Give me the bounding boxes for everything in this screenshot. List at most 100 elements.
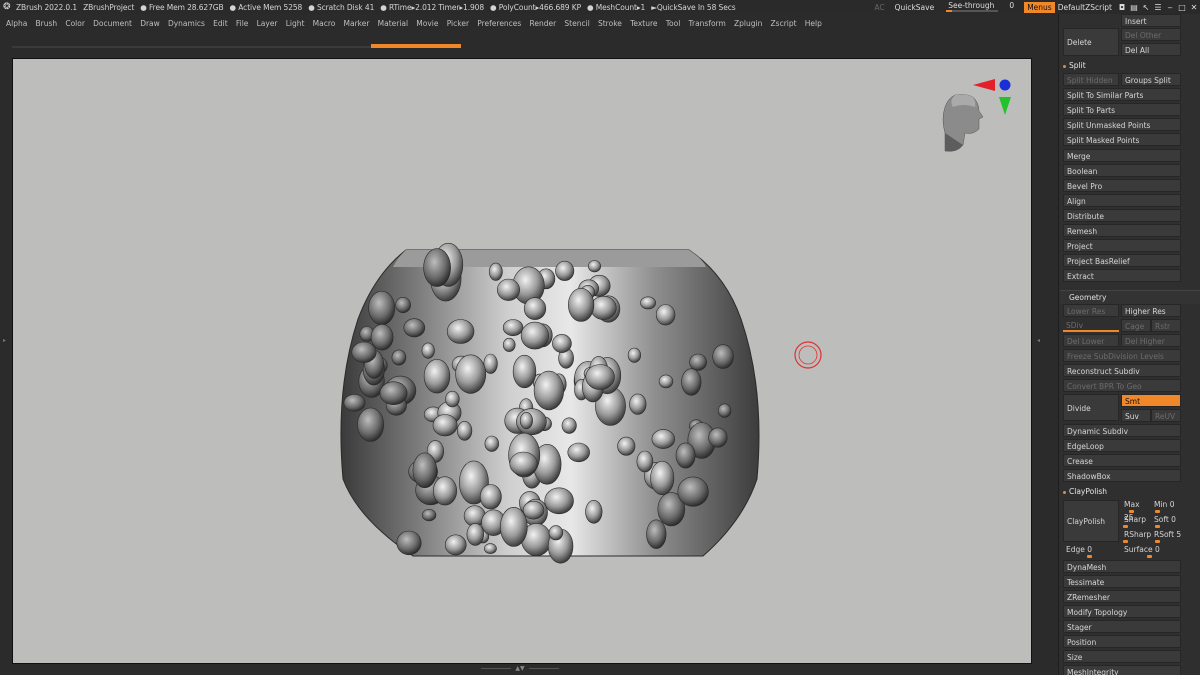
smt-toggle[interactable]: Smt (1121, 394, 1181, 407)
split-hidden-button[interactable]: Split Hidden (1063, 73, 1119, 86)
convert-bpr-button[interactable]: Convert BPR To Geo (1063, 379, 1181, 392)
divide-button[interactable]: Divide (1063, 394, 1119, 421)
insert-button[interactable]: Insert (1121, 14, 1181, 27)
sculpt-blob (520, 321, 550, 350)
sculpt-model[interactable] (340, 242, 760, 564)
claypolish-header[interactable]: ClayPolish (1060, 485, 1180, 498)
menus-button[interactable]: Menus (1024, 1, 1055, 13)
menu-stencil[interactable]: Stencil (564, 19, 589, 28)
bevel-pro-button[interactable]: Bevel Pro (1063, 179, 1181, 192)
split-masked-button[interactable]: Split Masked Points (1063, 133, 1181, 146)
suv-toggle[interactable]: Suv (1121, 409, 1151, 422)
menu-zscript[interactable]: Zscript (771, 19, 797, 28)
menu-dynamics[interactable]: Dynamics (168, 19, 205, 28)
reuv-toggle[interactable]: ReUV (1151, 409, 1181, 422)
del-lower-button[interactable]: Del Lower (1063, 334, 1119, 347)
menu-color[interactable]: Color (65, 19, 85, 28)
modify-topology-button[interactable]: Modify Topology (1063, 605, 1181, 618)
sculpt-blob (548, 525, 564, 541)
quicksave-button[interactable]: QuickSave (895, 3, 935, 12)
menu-edit[interactable]: Edit (213, 19, 228, 28)
menu-marker[interactable]: Marker (344, 19, 370, 28)
menu-preferences[interactable]: Preferences (477, 19, 521, 28)
dynamesh-button[interactable]: DynaMesh (1063, 560, 1181, 573)
menu-brush[interactable]: Brush (36, 19, 58, 28)
max-slider[interactable]: Max 25 (1121, 498, 1151, 522)
split-unmasked-button[interactable]: Split Unmasked Points (1063, 118, 1181, 131)
left-tray-handle[interactable]: ▸ (2, 300, 7, 380)
project-basrelief-button[interactable]: Project BasRelief (1063, 254, 1181, 267)
sculpt-blob (587, 260, 601, 273)
del-higher-button[interactable]: Del Higher (1121, 334, 1181, 347)
rstr-button[interactable]: Rstr (1151, 319, 1181, 332)
cage-button[interactable]: Cage (1121, 319, 1151, 332)
restore-icon[interactable]: □ (1176, 3, 1188, 12)
freeze-subdiv-button[interactable]: Freeze SubDivision Levels (1063, 349, 1181, 362)
menu-material[interactable]: Material (378, 19, 408, 28)
menu-picker[interactable]: Picker (447, 19, 469, 28)
menu-layer[interactable]: Layer (257, 19, 278, 28)
edge-slider-knob[interactable] (1087, 555, 1092, 558)
menu-macro[interactable]: Macro (313, 19, 336, 28)
menu-alpha[interactable]: Alpha (6, 19, 27, 28)
project-button[interactable]: Project (1063, 239, 1181, 252)
menu-tool[interactable]: Tool (666, 19, 681, 28)
reconstruct-subdiv-button[interactable]: Reconstruct Subdiv (1063, 364, 1181, 377)
remesh-button[interactable]: Remesh (1063, 224, 1181, 237)
menu-light[interactable]: Light (286, 19, 305, 28)
split-header[interactable]: Split (1060, 59, 1180, 72)
tessimate-button[interactable]: Tessimate (1063, 575, 1181, 588)
size-button[interactable]: Size (1063, 650, 1181, 663)
bottom-tray-handle[interactable]: ▲▼ (480, 666, 560, 672)
split-similar-button[interactable]: Split To Similar Parts (1063, 88, 1181, 101)
crease-button[interactable]: Crease (1063, 454, 1181, 467)
split-parts-button[interactable]: Split To Parts (1063, 103, 1181, 116)
ac-button[interactable]: AC (874, 3, 884, 12)
merge-button[interactable]: Merge (1063, 149, 1181, 162)
del-all-button[interactable]: Del All (1121, 43, 1181, 56)
del-other-button[interactable]: Del Other (1121, 28, 1181, 41)
seethrough-slider[interactable]: See-through 0 (946, 1, 1016, 13)
extract-button[interactable]: Extract (1063, 269, 1181, 282)
claypolish-button[interactable]: ClayPolish (1063, 500, 1119, 542)
boolean-button[interactable]: Boolean (1063, 164, 1181, 177)
lower-res-button[interactable]: Lower Res (1063, 304, 1119, 317)
menu-texture[interactable]: Texture (630, 19, 657, 28)
geometry-header[interactable]: Geometry (1060, 290, 1200, 304)
menu-movie[interactable]: Movie (416, 19, 438, 28)
edgeloop-button[interactable]: EdgeLoop (1063, 439, 1181, 452)
distribute-button[interactable]: Distribute (1063, 209, 1181, 222)
sculpt-blob (466, 523, 484, 546)
menu-document[interactable]: Document (93, 19, 132, 28)
minimize-icon[interactable]: ‒ (1164, 3, 1176, 12)
defaultzscript-button[interactable]: DefaultZScript (1058, 3, 1112, 12)
position-button[interactable]: Position (1063, 635, 1181, 648)
layers-icon[interactable]: ☰ (1152, 3, 1164, 12)
menu-draw[interactable]: Draw (140, 19, 160, 28)
dynamic-subdiv-button[interactable]: Dynamic Subdiv (1063, 424, 1181, 437)
shadowbox-button[interactable]: ShadowBox (1063, 469, 1181, 482)
surface-slider-knob[interactable] (1147, 555, 1152, 558)
meshintegrity-button[interactable]: MeshIntegrity (1063, 665, 1181, 675)
menu-help[interactable]: Help (805, 19, 822, 28)
help-icon[interactable]: ◘ (1116, 3, 1128, 12)
menu-stroke[interactable]: Stroke (598, 19, 622, 28)
navigator-head-icon[interactable] (942, 94, 984, 152)
align-button[interactable]: Align (1063, 194, 1181, 207)
right-tray-handle[interactable]: ◂ (1036, 300, 1041, 380)
layout-icon[interactable]: ▤ (1128, 3, 1140, 12)
zremesher-button[interactable]: ZRemesher (1063, 590, 1181, 603)
menu-render[interactable]: Render (530, 19, 557, 28)
cursor-icon[interactable]: ↖ (1140, 3, 1152, 12)
sculpt-blob (446, 319, 475, 344)
document-canvas[interactable] (12, 58, 1032, 664)
higher-res-button[interactable]: Higher Res (1121, 304, 1181, 317)
stager-button[interactable]: Stager (1063, 620, 1181, 633)
close-icon[interactable]: ✕ (1188, 3, 1200, 12)
groups-split-button[interactable]: Groups Split (1121, 73, 1181, 86)
sculpt-blob (370, 324, 394, 351)
delete-button[interactable]: Delete (1063, 28, 1119, 56)
menu-file[interactable]: File (236, 19, 249, 28)
menu-zplugin[interactable]: Zplugin (734, 19, 762, 28)
menu-transform[interactable]: Transform (689, 19, 726, 28)
